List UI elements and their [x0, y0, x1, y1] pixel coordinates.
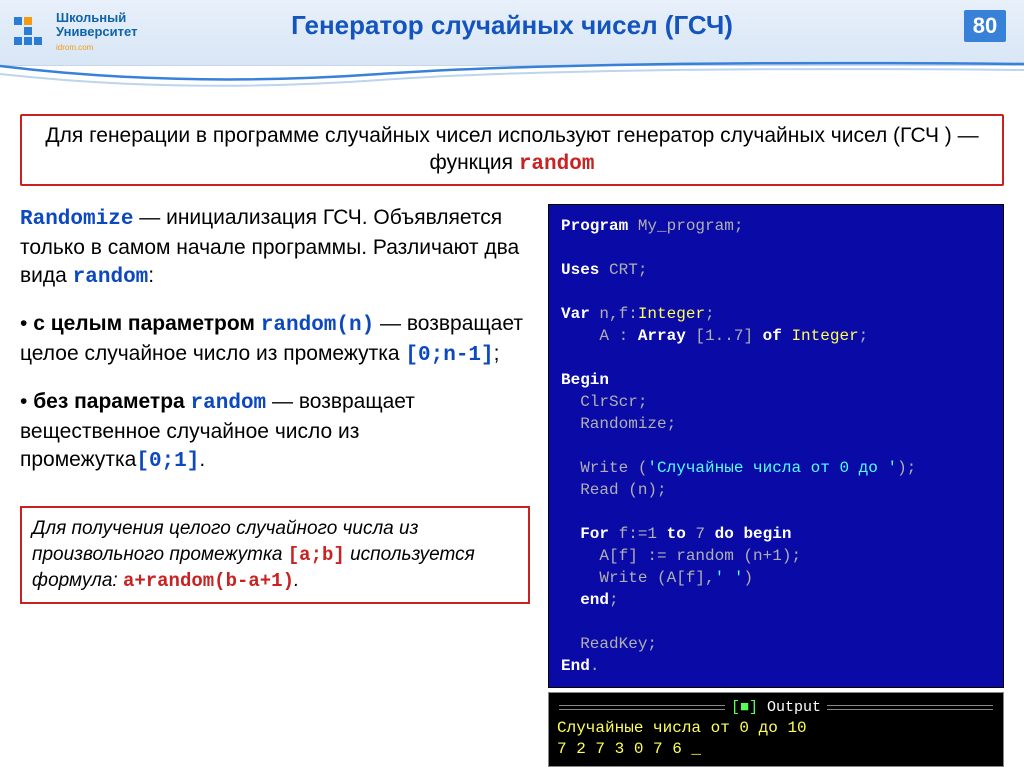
logo-line2: Университет	[56, 24, 137, 39]
logo-sub: idrom.com	[56, 43, 93, 52]
output-line2: 7 2 7 3 0 7 6 _	[557, 739, 995, 760]
c10f: do	[715, 525, 734, 543]
c4a: A :	[561, 327, 638, 345]
intro-text: Для генерации в программе случайных чисе…	[45, 124, 978, 174]
c12c: )	[743, 569, 753, 587]
slide-header: Школьный Университет idrom.com Генератор…	[0, 0, 1024, 66]
para-int-param: • с целым параметром random(n) — возвращ…	[20, 310, 530, 370]
c4b: Array	[638, 327, 686, 345]
c2b: CRT;	[599, 261, 647, 279]
formula-code: a+random(b-a+1)	[123, 570, 294, 592]
p3-bold: без параметра	[33, 390, 190, 413]
c5: Begin	[561, 371, 609, 389]
c12b: ' '	[715, 569, 744, 587]
c6: ClrScr;	[561, 393, 647, 411]
c3b: n,f:	[590, 305, 638, 323]
page-number: 80	[964, 10, 1006, 42]
content-row: Randomize — инициализация ГСЧ. Объявляет…	[20, 204, 1004, 767]
left-column: Randomize — инициализация ГСЧ. Объявляет…	[20, 204, 530, 767]
c10d: to	[667, 525, 686, 543]
out-sq: [■]	[731, 699, 758, 716]
logo: Школьный Университет idrom.com	[0, 11, 137, 55]
page-title: Генератор случайных чисел (ГСЧ)	[291, 10, 733, 41]
c1a: Program	[561, 217, 628, 235]
c10e: 7	[686, 525, 715, 543]
code-random2: random	[191, 392, 267, 415]
right-column: Program My_program; Uses CRT; Var n,f:In…	[548, 204, 1004, 767]
logo-text: Школьный Университет idrom.com	[56, 11, 137, 55]
c10b: For	[580, 525, 609, 543]
c14: ReadKey;	[561, 635, 657, 653]
c12a: Write (A[f],	[561, 569, 715, 587]
output-title: [■] Output	[557, 697, 995, 718]
c8c: );	[897, 459, 916, 477]
c13b: end	[580, 591, 609, 609]
code-window: Program My_program; Uses CRT; Var n,f:In…	[548, 204, 1004, 688]
logo-line1: Школьный	[56, 10, 126, 25]
c10c: f:=1	[609, 525, 667, 543]
c4d: of	[763, 327, 782, 345]
formula-dot: .	[294, 570, 299, 591]
code-random1: random	[73, 266, 149, 289]
p3-dot: .	[199, 448, 205, 471]
code-random-n: random(n)	[261, 314, 374, 337]
out-title-text: Output	[758, 699, 821, 716]
c10g	[734, 525, 744, 543]
out-l2: 7 2 7 3 0 7 6 _	[557, 740, 701, 758]
c13c: ;	[609, 591, 619, 609]
intro-box: Для генерации в программе случайных чисе…	[20, 114, 1004, 186]
formula-range: [a;b]	[288, 544, 345, 566]
code-randomize: Randomize	[20, 208, 133, 231]
c3c: Integer	[638, 305, 705, 323]
c2a: Uses	[561, 261, 599, 279]
c10h: begin	[743, 525, 791, 543]
p2-semi: ;	[494, 342, 500, 365]
c4f: Integer	[791, 327, 858, 345]
logo-icon	[10, 13, 50, 53]
formula-box: Для получения целого случайного числа из…	[20, 506, 530, 604]
c8b: 'Случайные числа от 0 до '	[647, 459, 897, 477]
c4e	[782, 327, 792, 345]
c15b: .	[590, 657, 600, 675]
c15a: End	[561, 657, 590, 675]
c13a	[561, 591, 580, 609]
c11: A[f] := random (n+1);	[561, 547, 801, 565]
output-window: [■] Output Случайные числа от 0 до 10 7 …	[548, 692, 1004, 767]
bullet2: •	[20, 390, 33, 413]
c1b: My_program;	[628, 217, 743, 235]
c8a: Write (	[561, 459, 647, 477]
c10a	[561, 525, 580, 543]
para-randomize: Randomize — инициализация ГСЧ. Объявляет…	[20, 204, 530, 292]
p2-bold: с целым параметром	[33, 312, 261, 335]
bullet1: •	[20, 312, 33, 335]
c4c: [1..7]	[686, 327, 763, 345]
c4g: ;	[859, 327, 869, 345]
output-line1: Случайные числа от 0 до 10	[557, 718, 995, 739]
p1-end: :	[148, 264, 154, 287]
header-curve	[0, 60, 1024, 96]
c9: Read (n);	[561, 481, 667, 499]
range-0-n1: [0;n-1]	[405, 344, 493, 367]
intro-code: random	[519, 153, 595, 176]
c3d: ;	[705, 305, 715, 323]
range-0-1: [0;1]	[136, 450, 199, 473]
para-no-param: • без параметра random — возвращает веще…	[20, 388, 530, 476]
c3a: Var	[561, 305, 590, 323]
c7: Randomize;	[561, 415, 676, 433]
